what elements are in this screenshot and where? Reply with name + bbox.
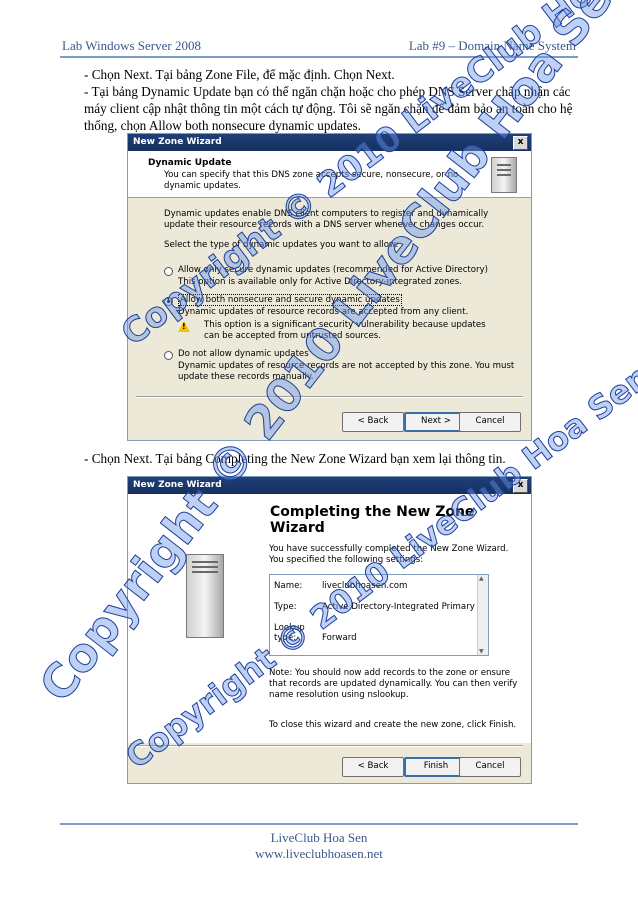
completed-summary: You have successfully completed the New … [269, 544, 509, 565]
dynamic-update-intro: Dynamic updates enable DNS client comput… [164, 209, 489, 230]
completing-wizard: New Zone Wizard x Completing the New Zon… [127, 476, 532, 784]
wizard-heading: Dynamic Update [148, 158, 232, 168]
wizard-content: Completing the New Zone Wizard You have … [256, 494, 531, 743]
dynamic-update-prompt: Select the type of dynamic updates you w… [164, 240, 399, 250]
button-separator [136, 396, 523, 398]
wizard-side-panel [128, 494, 256, 743]
wizard-title: New Zone Wizard [133, 137, 222, 147]
footer-club-name: LiveClub Hoa Sen [270, 830, 368, 845]
radio-secure-only[interactable] [164, 267, 173, 276]
back-button[interactable]: < Back [342, 412, 404, 432]
setting-name-value: liveclubhoasen.com [322, 581, 408, 591]
wizard-description: You can specify that this DNS zone accep… [164, 170, 459, 191]
server-icon [186, 554, 224, 638]
option-secure-only-label[interactable]: Allow only secure dynamic updates (recom… [178, 265, 518, 276]
dynamic-update-wizard: New Zone Wizard x Dynamic Update You can… [127, 133, 532, 441]
paragraph-1: - Chọn Next. Tại bảng Zone File, để mặc … [84, 66, 574, 134]
option-secure-only-desc: This option is available only for Active… [178, 277, 462, 287]
setting-lookup-value: Forward [322, 633, 357, 643]
setting-type-row: Type: Active Directory-Integrated Primary [274, 602, 475, 612]
paragraph-1-line-3: máy client cập nhật thông tin một cách t… [84, 101, 573, 116]
option-nonsecure-label-text: Allow both nonsecure and secure dynamic … [178, 294, 402, 306]
zone-note: Note: You should now add records to the … [269, 668, 518, 700]
wizard-titlebar: New Zone Wizard x [128, 134, 531, 151]
option-nonsecure-desc: Dynamic updates of resource records are … [178, 307, 469, 317]
cancel-button[interactable]: Cancel [459, 757, 521, 777]
wizard-header: Dynamic Update You can specify that this… [128, 151, 531, 198]
footer-website: www.liveclubhoasen.net [255, 846, 383, 861]
close-button[interactable]: x [513, 479, 528, 493]
setting-type-value: Active Directory-Integrated Primary [322, 602, 475, 612]
completing-title: Completing the New Zone Wizard [270, 504, 475, 536]
header-left: Lab Windows Server 2008 [62, 38, 201, 53]
back-button[interactable]: < Back [342, 757, 404, 777]
close-button[interactable]: x [513, 136, 528, 150]
finish-instruction: To close this wizard and create the new … [269, 720, 517, 730]
paragraph-1-line-1: - Chọn Next. Tại bảng Zone File, để mặc … [84, 67, 395, 82]
footer-rule [60, 823, 578, 825]
header-rule [60, 56, 578, 58]
setting-lookup-key: Lookup type: [274, 623, 305, 643]
paragraph-2: - Chọn Next. Tại bảng Completing the New… [84, 451, 506, 466]
setting-type-key: Type: [274, 602, 297, 612]
server-icon [491, 157, 517, 193]
option-no-updates-label[interactable]: Do not allow dynamic updates [178, 349, 518, 360]
paragraph-1-line-2: - Tại bảng Dynamic Update bạn có thể ngă… [84, 84, 571, 99]
button-separator [136, 745, 523, 747]
security-warning-text: This option is a significant security vu… [204, 320, 486, 341]
radio-nonsecure-and-secure[interactable] [164, 297, 173, 306]
setting-name-key: Name: [274, 581, 303, 591]
settings-summary-box[interactable]: Name: liveclubhoasen.com Type: Active Dire… [269, 574, 489, 656]
warning-icon: ! [178, 321, 190, 332]
setting-name-row: Name: liveclubhoasen.com [274, 581, 407, 591]
option-nonsecure-label[interactable]: Allow both nonsecure and secure dynamic … [178, 294, 402, 306]
wizard-title: New Zone Wizard [133, 480, 222, 490]
header-right: Lab #9 – Domain Name System [408, 38, 576, 53]
radio-no-dynamic-updates[interactable] [164, 351, 173, 360]
wizard-titlebar: New Zone Wizard x [128, 477, 531, 494]
paragraph-1-line-4: thống, chọn Allow both nonsecure dynamic… [84, 118, 361, 133]
cancel-button[interactable]: Cancel [459, 412, 521, 432]
setting-lookup-row: Lookup type: Forward [274, 623, 357, 643]
option-no-updates-desc: Dynamic updates of resource records are … [178, 361, 515, 382]
settings-scrollbar[interactable] [477, 575, 488, 655]
